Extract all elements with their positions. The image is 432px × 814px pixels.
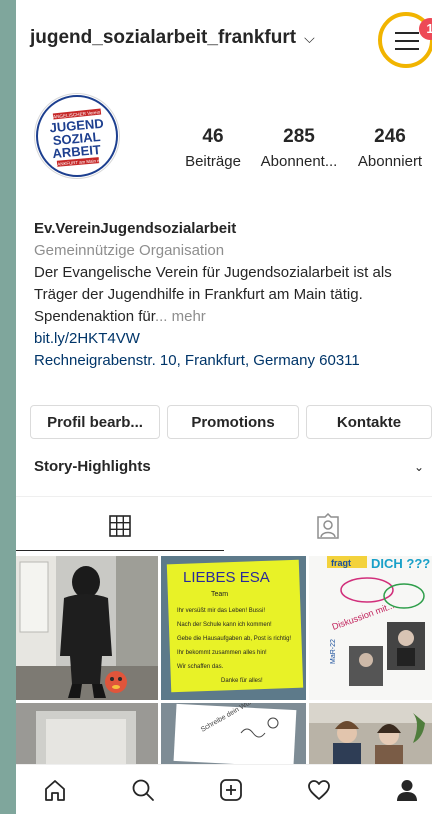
story-highlights-toggle[interactable]: Story-Highlights xyxy=(34,458,151,475)
bio-text: Der Evangelische Verein für Jugendsozial… xyxy=(34,262,432,328)
profile-bio: Ev.VereinJugendsozialarbeit Gemeinnützig… xyxy=(34,218,432,372)
nav-profile[interactable] xyxy=(392,775,422,805)
promotions-label: Promotions xyxy=(191,413,275,431)
chevron-down-icon: ⌵ xyxy=(304,29,315,46)
letter-line: Ihr bekommt zusammen alles hin! xyxy=(177,650,267,656)
contacts-label: Kontakte xyxy=(336,413,402,431)
following-count[interactable]: 246 Abonniert xyxy=(350,126,430,173)
search-icon xyxy=(132,779,154,801)
nav-search[interactable] xyxy=(128,775,158,805)
chevron-down-icon[interactable]: ⌄ xyxy=(414,460,424,474)
promotions-button[interactable]: Promotions xyxy=(167,405,299,439)
tagged-person-icon xyxy=(317,513,339,539)
letter-line: Danke für alles! xyxy=(221,678,263,684)
profile-header: jugend_sozialarbeit_frankfurt ⌵ 1 xyxy=(16,0,432,80)
post-thumbnail[interactable] xyxy=(16,703,158,764)
letter-line: Team xyxy=(211,591,228,598)
poster-word: DICH ??? xyxy=(371,556,430,571)
letter-line: Wir schaffen das. xyxy=(177,664,224,670)
post-thumbnail[interactable]: fragt DICH ??? Diskussion mit... MaR-22 xyxy=(309,556,432,700)
post-thumbnail[interactable]: LIEBES ESA Team Ihr versüßt mir das Lebe… xyxy=(161,556,306,700)
letter-line: Gebe die Hausaufgaben ab, Post is richti… xyxy=(177,636,291,642)
nav-activity[interactable] xyxy=(304,775,334,805)
following-count-label: Abonniert xyxy=(357,153,423,170)
add-post-icon xyxy=(220,779,242,801)
post-image-thank-you-letter: LIEBES ESA Team Ihr versüßt mir das Lebe… xyxy=(161,556,306,700)
grid-icon xyxy=(109,515,131,537)
letter-line: Nach der Schule kann ich kommen! xyxy=(177,622,272,628)
post-thumbnail[interactable]: Schreibe dein Wunsch xyxy=(161,703,306,764)
divider xyxy=(16,496,432,497)
posts-count[interactable]: 46 Beiträge xyxy=(178,126,248,173)
letter-title: LIEBES ESA xyxy=(183,569,270,586)
profile-icon xyxy=(397,780,417,801)
post-image-hoodie-figure xyxy=(16,556,158,700)
bio-description: Der Evangelische Verein für Jugendsozial… xyxy=(34,264,392,325)
nav-home[interactable] xyxy=(40,775,70,805)
address-link[interactable]: Rechneigrabenstr. 10, Frankfurt, Germany… xyxy=(34,350,432,372)
posts-count-label: Beiträge xyxy=(185,153,241,170)
username-label: jugend_sozialarbeit_frankfurt xyxy=(30,27,297,48)
activity-heart-icon xyxy=(308,780,330,800)
followers-count-value: 285 xyxy=(283,126,315,147)
hamburger-menu-icon xyxy=(395,32,419,52)
profile-category: Gemeinnützige Organisation xyxy=(34,242,225,259)
edit-profile-label: Profil bearb... xyxy=(47,413,143,431)
letter-line: Ihr versüßt mir das Leben! Bussi! xyxy=(177,608,265,614)
post-image-room xyxy=(16,703,158,764)
post-thumbnail[interactable] xyxy=(16,556,158,700)
tab-tagged[interactable] xyxy=(224,500,432,552)
nav-new-post[interactable] xyxy=(216,775,246,805)
website-link[interactable]: bit.ly/2HKT4VW xyxy=(34,328,432,350)
post-thumbnail[interactable] xyxy=(309,703,432,764)
poster-word: fragt xyxy=(331,558,351,568)
followers-count[interactable]: 285 Abonnent... xyxy=(256,126,342,173)
post-image-poster-collage: fragt DICH ??? Diskussion mit... MaR-22 xyxy=(309,556,432,700)
following-count-value: 246 xyxy=(374,126,406,147)
home-icon xyxy=(45,780,65,801)
phone-screen: jugend_sozialarbeit_frankfurt ⌵ 1 EVANGE… xyxy=(16,0,432,814)
bottom-navigation xyxy=(16,764,432,814)
story-highlights-label: Story-Highlights xyxy=(34,458,151,475)
profile-name: Ev.VereinJugendsozialarbeit xyxy=(34,220,237,237)
active-tab-indicator xyxy=(16,550,224,551)
post-image-two-people xyxy=(309,703,432,764)
profile-avatar[interactable]: EVANGELISCHER Verein für JUGEND SOZIAL A… xyxy=(34,93,120,179)
edit-profile-button[interactable]: Profil bearb... xyxy=(30,405,160,439)
menu-button[interactable]: 1 xyxy=(378,12,432,68)
tab-grid[interactable] xyxy=(16,500,224,552)
contacts-button[interactable]: Kontakte xyxy=(306,405,432,439)
posts-count-value: 46 xyxy=(202,126,224,147)
post-image-sketch-paper: Schreibe dein Wunsch xyxy=(161,703,306,764)
account-switcher[interactable]: jugend_sozialarbeit_frankfurt ⌵ xyxy=(30,27,315,49)
followers-count-label: Abonnent... xyxy=(260,153,338,170)
notification-badge: 1 xyxy=(419,18,432,40)
bio-more-link[interactable]: ... mehr xyxy=(155,308,206,325)
poster-word: MaR-22 xyxy=(330,639,337,664)
